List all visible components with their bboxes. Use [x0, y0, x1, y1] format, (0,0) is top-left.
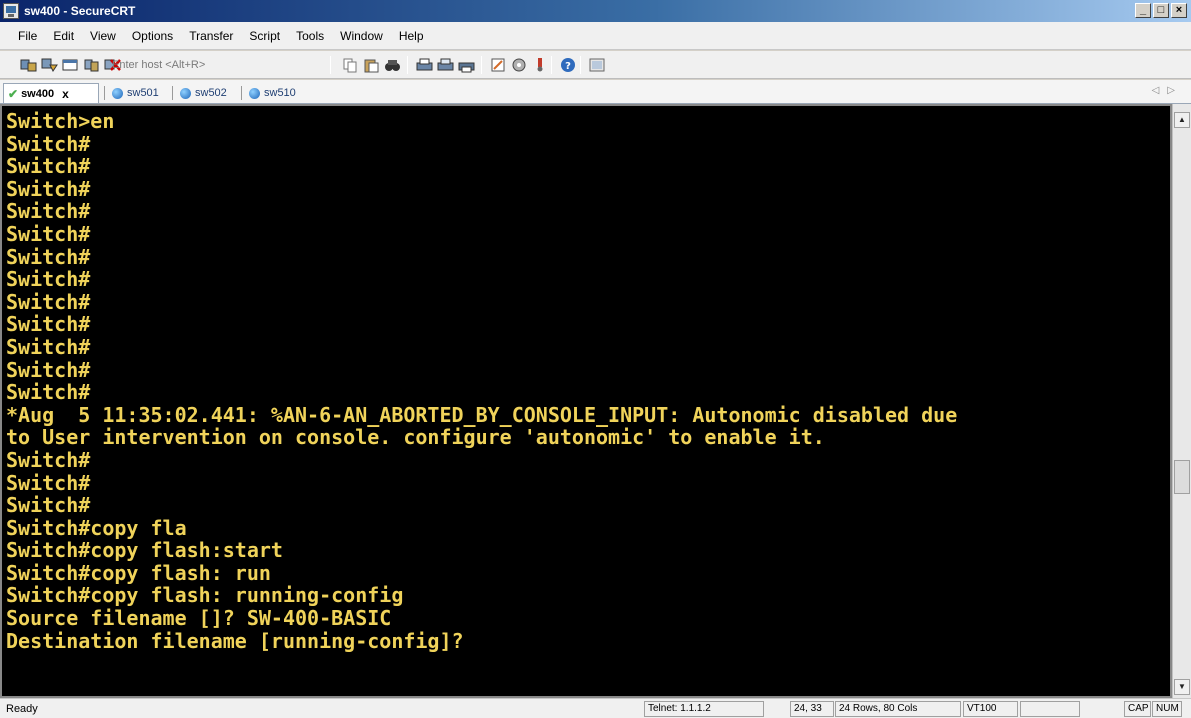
- toolbar-separator: [330, 56, 331, 74]
- terminal-line: *Aug 5 11:35:02.441: %AN-6-AN_ABORTED_BY…: [6, 402, 958, 427]
- toolbar-separator: [481, 56, 482, 74]
- terminal-line: Switch#: [6, 493, 91, 518]
- menu-file[interactable]: File: [10, 29, 45, 43]
- status-terminal-size: 24 Rows, 80 Cols: [835, 701, 961, 717]
- window-controls: _ □ ×: [1135, 3, 1187, 18]
- copy-icon[interactable]: [342, 57, 359, 73]
- scroll-up-button[interactable]: ▲: [1174, 112, 1190, 128]
- terminal-line: Switch#: [6, 244, 91, 269]
- tab-divider: [104, 86, 105, 100]
- terminal-line: Switch#: [6, 470, 91, 495]
- reconnect-icon[interactable]: [83, 57, 100, 73]
- svg-text:?: ?: [565, 61, 571, 72]
- session-tab-bar: ✔ sw400 x sw501 sw502 sw510 ◁▷: [0, 80, 1191, 104]
- status-ready: Ready: [6, 703, 38, 715]
- toolbar-separator: [580, 56, 581, 74]
- tab-divider: [241, 86, 242, 100]
- terminal-line: Switch#: [6, 357, 91, 382]
- title-bar[interactable]: sw400 - SecureCRT _ □ ×: [0, 0, 1191, 22]
- connect-icon[interactable]: [20, 57, 37, 73]
- terminal-line: Switch>en: [6, 109, 115, 133]
- tab-scroll-arrows-icon[interactable]: ◁▷: [1152, 85, 1183, 96]
- terminal-line: Switch#: [6, 267, 91, 292]
- status-bar: Ready Telnet: 1.1.1.2 24, 33 24 Rows, 80…: [0, 698, 1191, 718]
- session-globe-icon: [180, 87, 191, 99]
- terminal-scrollbar[interactable]: ▲ ▼: [1172, 104, 1191, 698]
- status-cursor-position: 24, 33: [790, 701, 834, 717]
- status-caps-lock: CAP: [1124, 701, 1151, 717]
- close-tab-icon[interactable]: x: [62, 87, 69, 101]
- paste-icon[interactable]: [363, 57, 380, 73]
- terminal-line: Switch#: [6, 312, 91, 337]
- status-num-lock: NUM: [1152, 701, 1182, 717]
- terminal-line: Switch#copy flash: run: [6, 560, 271, 585]
- toolbar-separator: [551, 56, 552, 74]
- tab-divider: [172, 86, 173, 100]
- tab-label: sw510: [264, 87, 296, 99]
- menu-help[interactable]: Help: [391, 29, 432, 43]
- enter-host-input[interactable]: [112, 56, 312, 74]
- print-icon[interactable]: [416, 57, 433, 73]
- terminal-line: Switch#: [6, 221, 91, 246]
- maximize-button[interactable]: □: [1153, 3, 1169, 18]
- status-empty: [1020, 701, 1080, 717]
- terminal-line: Switch#: [6, 447, 91, 472]
- terminal-line: Switch#: [6, 154, 91, 179]
- status-emulation: VT100: [963, 701, 1018, 717]
- print-selection-icon[interactable]: [437, 57, 454, 73]
- scroll-down-button[interactable]: ▼: [1174, 679, 1190, 695]
- session-options-icon[interactable]: [490, 57, 507, 73]
- printer-icon[interactable]: [458, 57, 475, 73]
- terminal-line: Switch#copy flash: running-config: [6, 583, 404, 608]
- menu-script[interactable]: Script: [241, 29, 288, 43]
- securecrt-app-icon[interactable]: [3, 3, 19, 19]
- menu-transfer[interactable]: Transfer: [181, 29, 241, 43]
- tab-sw400[interactable]: ✔ sw400 x: [3, 83, 99, 103]
- terminal-line: Switch#: [6, 289, 91, 314]
- status-connection: Telnet: 1.1.1.2: [644, 701, 764, 717]
- menu-bar: File Edit View Options Transfer Script T…: [0, 22, 1191, 50]
- keymap-icon[interactable]: [532, 57, 549, 73]
- terminal-line: Switch#: [6, 199, 91, 224]
- terminal-line: Switch#copy fla: [6, 515, 187, 540]
- connect-in-tab-icon[interactable]: [62, 57, 79, 73]
- close-button[interactable]: ×: [1171, 3, 1187, 18]
- tab-label: sw400: [21, 87, 55, 100]
- terminal-line: Switch#: [6, 334, 91, 359]
- menu-edit[interactable]: Edit: [45, 29, 82, 43]
- window-title: sw400 - SecureCRT: [24, 4, 136, 18]
- tab-sw510[interactable]: sw510: [249, 83, 296, 103]
- menu-options[interactable]: Options: [124, 29, 181, 43]
- sftp-icon[interactable]: [589, 57, 606, 73]
- help-icon[interactable]: ?: [560, 57, 577, 73]
- global-options-icon[interactable]: [511, 57, 528, 73]
- scroll-thumb[interactable]: [1174, 460, 1190, 494]
- session-globe-icon: [249, 87, 260, 99]
- toolbar-separator: [407, 56, 408, 74]
- minimize-button[interactable]: _: [1135, 3, 1151, 18]
- terminal-line: Switch#: [6, 380, 91, 405]
- tab-sw502[interactable]: sw502: [180, 83, 227, 103]
- menu-window[interactable]: Window: [332, 29, 391, 43]
- terminal-line: Destination filename [running-config]?: [6, 628, 464, 653]
- terminal-line: to User intervention on console. configu…: [6, 425, 825, 450]
- menu-view[interactable]: View: [82, 29, 124, 43]
- menu-tools[interactable]: Tools: [288, 29, 332, 43]
- tab-label: sw502: [195, 87, 227, 99]
- terminal-view[interactable]: Switch>en Switch# Switch# Switch# Switch…: [0, 104, 1172, 698]
- terminal-output: Switch>en Switch# Switch# Switch# Switch…: [6, 110, 957, 652]
- toolbar: ?: [0, 51, 1191, 79]
- terminal-line: Switch#copy flash:start: [6, 538, 283, 563]
- find-icon[interactable]: [384, 57, 401, 73]
- terminal-line: Source filename []? SW-400-BASIC: [6, 606, 392, 631]
- tab-label: sw501: [127, 87, 159, 99]
- connected-check-icon: ✔: [8, 86, 19, 101]
- quick-connect-icon[interactable]: [41, 57, 58, 73]
- session-globe-icon: [112, 87, 123, 99]
- terminal-line: Switch#: [6, 176, 91, 201]
- tab-sw501[interactable]: sw501: [112, 83, 159, 103]
- terminal-line: Switch#: [6, 131, 91, 156]
